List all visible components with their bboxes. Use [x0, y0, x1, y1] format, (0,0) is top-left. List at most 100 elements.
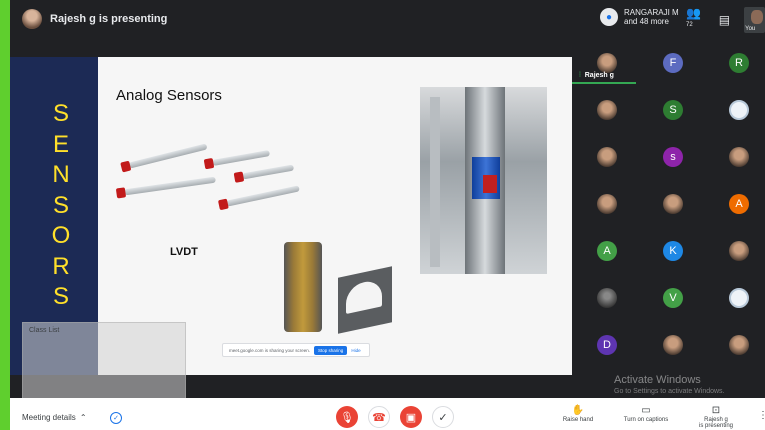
participant-tile[interactable]: [707, 85, 765, 135]
participant-avatar: A: [729, 194, 749, 214]
participant-tile[interactable]: S: [641, 85, 705, 135]
participant-tile[interactable]: A: [575, 226, 639, 276]
participant-avatar: [597, 194, 617, 214]
mic-off-icon: 🎙: [340, 411, 354, 424]
participant-avatar: [663, 335, 683, 355]
lvdt-label: LVDT: [170, 246, 198, 258]
overlay-title: Class List: [29, 327, 60, 334]
stop-sharing-button[interactable]: Stop sharing: [314, 345, 348, 355]
participant-avatar: [597, 288, 617, 308]
presenter-info: Rajesh g is presenting: [22, 9, 167, 29]
top-icons: 👥 72 ▤ You: [686, 6, 765, 34]
self-view[interactable]: You: [744, 7, 765, 33]
meeting-details-label: Meeting details: [22, 413, 76, 422]
others-avatar: ●: [600, 8, 618, 26]
vertical-letter: S: [52, 191, 69, 219]
participant-tile[interactable]: V: [641, 273, 705, 323]
vertical-letter: R: [52, 252, 70, 280]
vertical-letter: O: [51, 222, 71, 249]
participant-tile[interactable]: F: [641, 38, 705, 88]
vertical-word: S E N S O R S: [46, 97, 76, 311]
others-more: and 48 more: [624, 17, 669, 26]
hide-button[interactable]: Hide: [351, 348, 360, 353]
participant-avatar: S: [663, 100, 683, 120]
activate-windows-subtitle: Go to Settings to activate Windows.: [614, 388, 725, 395]
participant-tile[interactable]: [707, 320, 765, 370]
participant-grid: ⫶ Rajesh g F R Ss A A K V D: [572, 38, 765, 383]
speaker-label: ⫶ Rajesh g: [579, 72, 614, 80]
vertical-letter: N: [52, 161, 70, 188]
activate-windows-title: Activate Windows: [614, 374, 701, 386]
participant-avatar: s: [663, 147, 683, 167]
participant-tile[interactable]: [575, 179, 639, 229]
participant-tile[interactable]: [641, 320, 705, 370]
participant-tile[interactable]: [707, 132, 765, 182]
participant-tile[interactable]: R: [707, 38, 765, 88]
captions-label: Turn on captions: [623, 417, 669, 423]
presenter-avatar: [22, 9, 42, 29]
participant-avatar: [663, 194, 683, 214]
participant-tile[interactable]: A: [707, 179, 765, 229]
participant-tile[interactable]: ⫶ Rajesh g: [575, 38, 639, 88]
vertical-letter: S: [52, 283, 69, 310]
leave-call-button[interactable]: ☎: [368, 406, 390, 428]
speaker-name: Rajesh g: [584, 72, 614, 79]
other-participants[interactable]: ● RANGARAJI M and 48 more: [600, 8, 679, 26]
participant-tile[interactable]: s: [641, 132, 705, 182]
translucent-overlay-window: Class List: [22, 322, 186, 404]
mic-off-button[interactable]: 🎙: [336, 406, 358, 428]
participant-avatar: [729, 335, 749, 355]
others-name: RANGARAJI M: [624, 8, 679, 17]
participant-tile[interactable]: K: [641, 226, 705, 276]
sensor-photo: [420, 87, 547, 274]
participant-tile[interactable]: [575, 132, 639, 182]
participant-avatar: D: [597, 335, 617, 355]
shield-icon[interactable]: ✓: [110, 412, 122, 424]
people-count: 72: [686, 22, 693, 28]
more-options-icon[interactable]: ⋮: [758, 410, 765, 421]
hand-icon: ✋: [571, 405, 585, 416]
window-edge: [0, 0, 10, 430]
you-label: You: [745, 26, 756, 32]
camera-off-icon: ▣: [405, 411, 417, 424]
participant-tile[interactable]: [575, 85, 639, 135]
participant-avatar: [597, 53, 617, 73]
participant-avatar: V: [663, 288, 683, 308]
screen-share-bar: meet.google.com is sharing your screen. …: [222, 343, 370, 357]
participant-avatar: [597, 147, 617, 167]
participant-avatar: F: [663, 53, 683, 73]
participant-avatar: R: [729, 53, 749, 73]
presenting-button[interactable]: ⊡ Rajesh g is presenting: [686, 405, 746, 429]
meeting-details-button[interactable]: Meeting details ⌃: [22, 413, 87, 422]
people-button[interactable]: 👥 72: [686, 6, 705, 34]
participant-avatar: [729, 100, 749, 120]
chat-icon: ▤: [718, 13, 731, 27]
presenting-line2: is presenting: [698, 423, 734, 429]
camera-off-button[interactable]: ▣: [400, 406, 422, 428]
top-bar: Rajesh g is presenting ● RANGARAJI M and…: [10, 0, 765, 38]
raise-hand-label: Raise hand: [562, 417, 594, 423]
vertical-letter: E: [52, 130, 69, 158]
slide-title: Analog Sensors: [116, 87, 222, 104]
captions-button[interactable]: ▭ Turn on captions: [616, 405, 676, 423]
participant-avatar: [729, 241, 749, 261]
lvdt-sensors-image: [114, 135, 304, 221]
participant-avatar: A: [597, 241, 617, 261]
present-icon: ⊡: [711, 405, 721, 416]
participant-avatar: K: [663, 241, 683, 261]
people-icon: 👥: [686, 6, 701, 20]
meet-window: Rajesh g is presenting ● RANGARAJI M and…: [0, 0, 765, 430]
raise-hand-button[interactable]: ✋ Raise hand: [548, 405, 608, 423]
audio-wave-icon: ⫶: [579, 72, 581, 79]
captions-icon: ▭: [641, 405, 651, 416]
hang-up-icon: ☎: [372, 411, 386, 424]
more-controls-button[interactable]: ✓: [432, 406, 454, 428]
vertical-letter: S: [52, 100, 69, 127]
participant-tile[interactable]: [641, 179, 705, 229]
chat-button[interactable]: ▤: [719, 13, 730, 27]
participant-tile[interactable]: [575, 273, 639, 323]
lvdt-diagram: [254, 242, 404, 342]
participant-tile[interactable]: [707, 273, 765, 323]
participant-tile[interactable]: D: [575, 320, 639, 370]
participant-tile[interactable]: [707, 226, 765, 276]
